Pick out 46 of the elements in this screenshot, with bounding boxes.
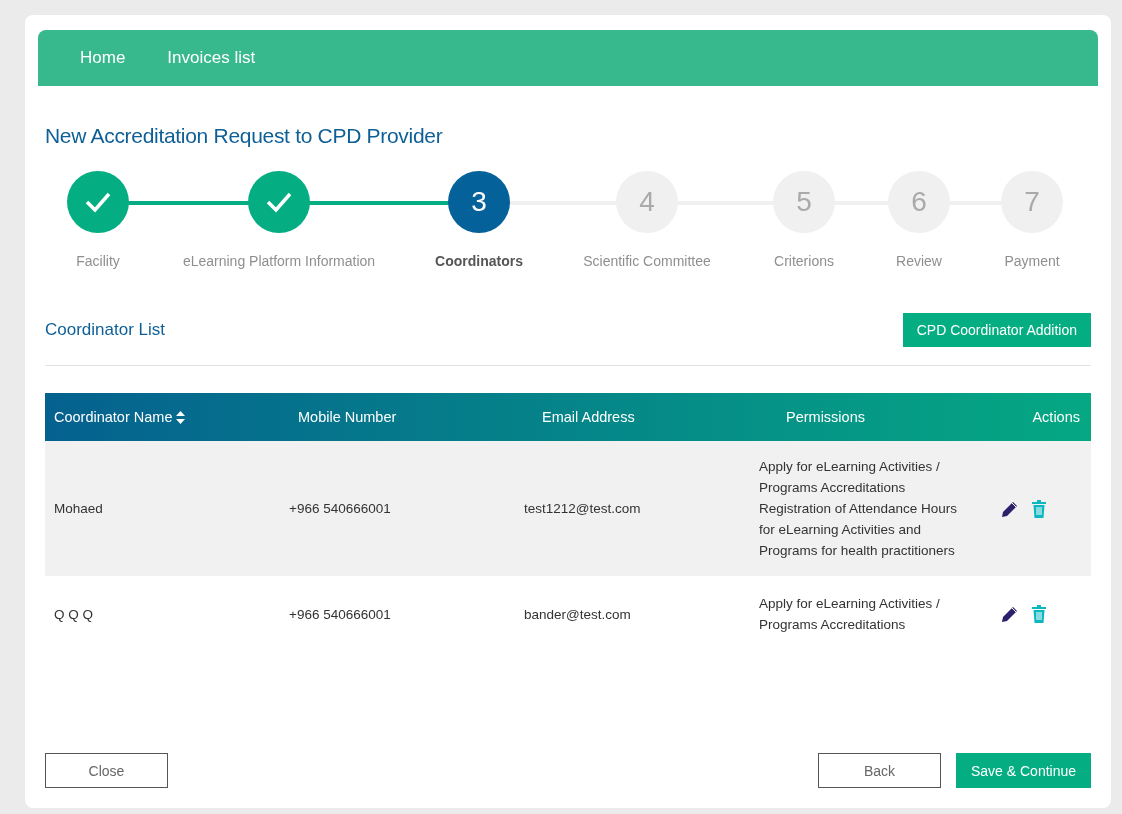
step-label: Review — [896, 253, 942, 269]
table-cell-text: test1212@test.com — [523, 501, 642, 516]
step-number: 7 — [1024, 186, 1040, 218]
table-cell-text: +966 540666001 — [288, 501, 392, 516]
table-cell-text: +966 540666001 — [288, 606, 392, 622]
step-circle[interactable]: 7 — [1001, 171, 1063, 233]
sort-icon[interactable] — [176, 410, 186, 424]
step-number: 5 — [796, 186, 812, 218]
column-header: Email Address — [542, 409, 635, 425]
page-title: New Accreditation Request to CPD Provider — [45, 124, 444, 148]
column-header: Actions — [1032, 409, 1080, 425]
table-cell-text: Q Q Q — [53, 606, 94, 622]
step-circle[interactable]: 4 — [616, 171, 678, 233]
add-coordinator-button[interactable]: CPD Coordinator Addition — [902, 313, 1091, 347]
nav-link[interactable]: Invoices list — [167, 48, 256, 68]
step-label: Criterions — [774, 253, 834, 269]
step-label: Facility — [76, 253, 120, 269]
step-circle[interactable]: 3 — [448, 171, 510, 233]
step-label: eLearning Platform Information — [182, 253, 376, 269]
step-circle[interactable]: 6 — [888, 171, 950, 233]
step-number: 3 — [471, 186, 487, 218]
step-circle[interactable]: 5 — [773, 171, 835, 233]
table-cell-text: Mohaed — [53, 501, 104, 516]
check-icon — [265, 191, 293, 213]
column-header[interactable]: Coordinator Name — [54, 409, 173, 425]
section-title: Coordinator List — [45, 320, 165, 340]
step-label: Coordinators — [435, 253, 523, 269]
edit-icon[interactable] — [1001, 605, 1019, 623]
step-number: 4 — [639, 186, 655, 218]
back-button[interactable]: Back — [818, 753, 941, 788]
column-header: Permissions — [786, 409, 865, 425]
step-label: Scientific Committee — [583, 253, 711, 269]
column-header: Mobile Number — [298, 409, 397, 425]
save-continue-button[interactable]: Save & Continue — [956, 753, 1091, 788]
step-label: Payment — [1004, 253, 1060, 269]
trash-icon[interactable] — [1031, 499, 1047, 518]
permission-text: Apply for eLearning Activities / Programs Accreditations — [759, 595, 941, 634]
edit-icon[interactable] — [1001, 499, 1019, 518]
permission-text: Apply for eLearning Activities / Programs Accreditations — [759, 458, 941, 497]
permission-text: Registration of Attendance Hours for eLearning Activities and Programs for health practitioners — [759, 500, 959, 560]
close-button[interactable]: Close — [45, 753, 168, 788]
step-number: 6 — [911, 186, 927, 218]
trash-icon[interactable] — [1031, 605, 1047, 623]
check-icon — [84, 191, 112, 213]
table-cell-text: bander@test.com — [523, 606, 632, 622]
nav-link[interactable]: Home — [80, 48, 126, 68]
